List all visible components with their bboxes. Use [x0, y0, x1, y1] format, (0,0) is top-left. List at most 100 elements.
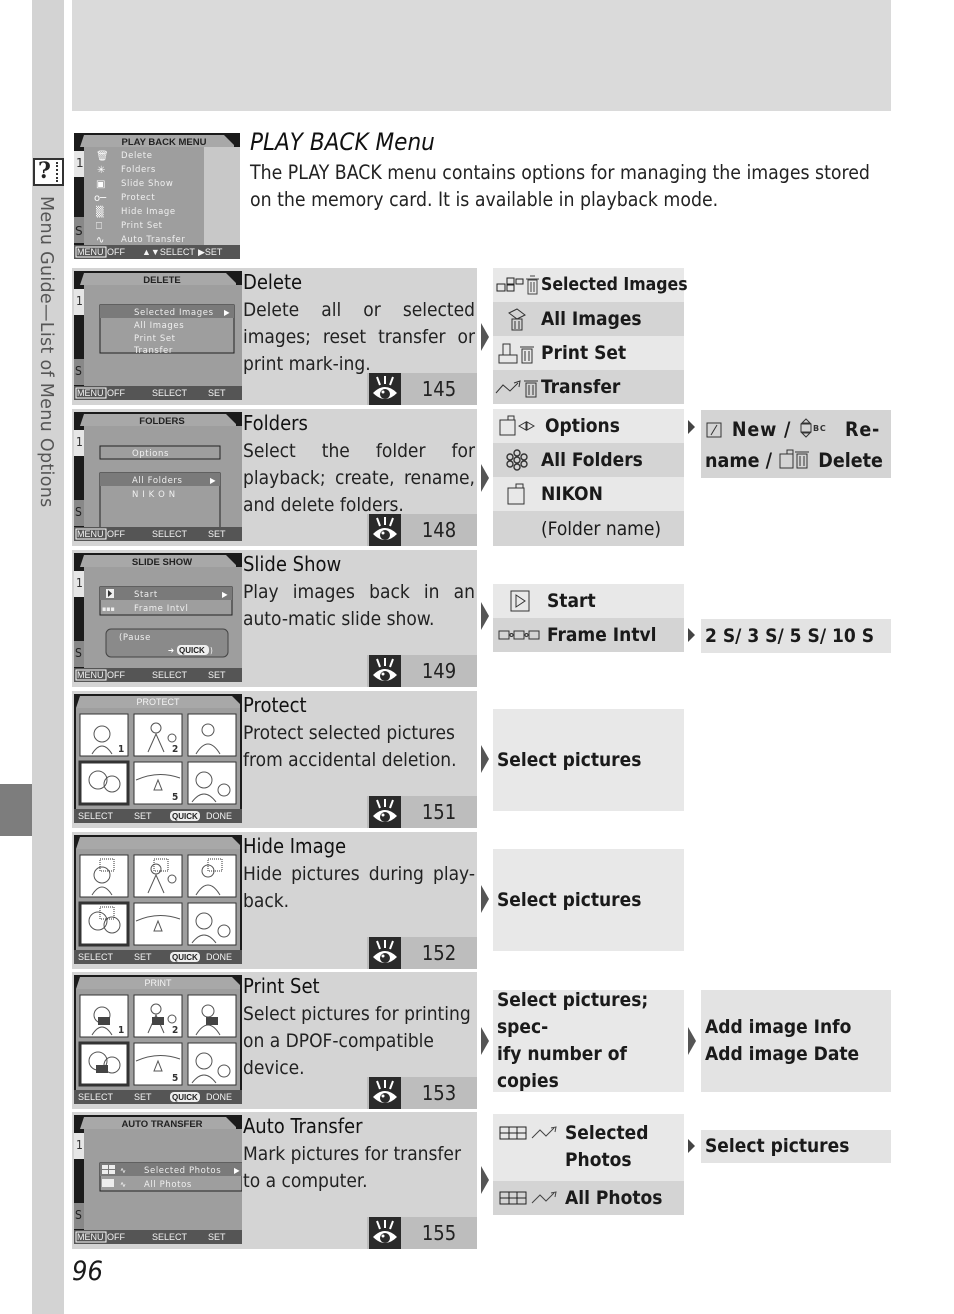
eye-icon: [369, 1217, 401, 1249]
arrow-right-icon: [688, 1027, 696, 1055]
svg-text:Start: Start: [134, 590, 158, 600]
menu-row-hide-image: SELECT SET QUICK DONE Hide Image Hide pi…: [72, 832, 477, 969]
svg-text:S: S: [75, 505, 82, 519]
row-title: Slide Show: [243, 552, 342, 576]
option-all-photos[interactable]: All Photos: [493, 1181, 684, 1215]
svg-text:S: S: [75, 1208, 82, 1222]
svg-text:All Images: All Images: [134, 321, 184, 331]
row-title: Folders: [243, 411, 308, 435]
row-title: Hide Image: [243, 834, 347, 858]
svg-text:Protect: Protect: [121, 193, 155, 203]
svg-text:PRINT: PRINT: [145, 978, 173, 988]
side-section-marker: [0, 784, 32, 836]
row-title: Protect: [243, 693, 307, 717]
svg-text:🗑: 🗑: [96, 150, 109, 162]
option-folder-name[interactable]: (Folder name): [493, 511, 684, 546]
playback-menu-lcd: PLAY BACK MENU 1 S Delete Folders Slide …: [74, 133, 240, 259]
transfer-select-pictures[interactable]: Select pictures: [701, 1130, 891, 1163]
folder-options-icon: [493, 414, 545, 438]
svg-text:5: 5: [172, 1073, 178, 1084]
arrow-right-icon: [481, 464, 489, 492]
row-description: Protect selected pictures from accidenta…: [243, 722, 457, 771]
svg-text:1: 1: [76, 156, 84, 170]
svg-text:2: 2: [172, 1025, 178, 1036]
menu-row-print-set: PRINT 1 2 5 SELECT SET QUICK DONE Print …: [72, 972, 477, 1109]
page-reference[interactable]: 145: [367, 373, 477, 405]
svg-text:∿: ∿: [120, 1166, 126, 1175]
svg-text:DONE: DONE: [206, 811, 232, 821]
svg-text:SET: SET: [208, 670, 226, 680]
all-folders-icon: [493, 448, 541, 472]
option-transfer[interactable]: Transfer: [493, 370, 684, 404]
svg-text:▶SET: ▶SET: [198, 247, 223, 257]
protect-select-pictures[interactable]: Select pictures: [493, 709, 684, 811]
eye-icon: [369, 655, 401, 687]
arrow-right-icon: [481, 745, 489, 773]
option-folder-nikon[interactable]: NIKON: [493, 477, 684, 511]
page-reference[interactable]: 149: [367, 655, 477, 687]
print-select-pictures[interactable]: Select pictures; spec- ify number of cop…: [493, 989, 684, 1092]
page-reference[interactable]: 148: [367, 514, 477, 546]
svg-text:Auto Transfer: Auto Transfer: [121, 235, 185, 245]
svg-text:QUICK: QUICK: [172, 953, 198, 962]
print-image-options[interactable]: Add image Info Add image Date: [701, 990, 891, 1092]
option-folder-options[interactable]: Options: [493, 409, 684, 443]
page-reference[interactable]: 152: [367, 937, 477, 969]
play-icon: [493, 589, 547, 613]
arrow-right-icon: [481, 602, 489, 630]
option-selected-photos[interactable]: Selected Photos: [493, 1114, 684, 1181]
svg-text:▶: ▶: [222, 590, 228, 599]
frame-interval-values[interactable]: 2 S/ 3 S/ 5 S/ 10 S: [701, 619, 891, 653]
row-description: Select pictures for printing on a DPOF-c…: [243, 1003, 471, 1079]
svg-text:DONE: DONE: [206, 952, 232, 962]
svg-text:All Photos: All Photos: [144, 1180, 192, 1190]
arrow-right-icon: [688, 420, 695, 434]
option-start[interactable]: Start: [493, 584, 684, 618]
lcd-header: PLAY BACK MENU: [122, 137, 207, 148]
svg-text:Delete: Delete: [121, 151, 153, 161]
svg-text:∿: ∿: [96, 235, 104, 246]
svg-text:QUICK: QUICK: [179, 646, 205, 655]
delete-folder-icon: [778, 448, 812, 478]
option-all-images[interactable]: All Images: [493, 302, 684, 336]
svg-text:1: 1: [118, 1025, 124, 1036]
eye-icon: [369, 937, 401, 969]
svg-text:MENU: MENU: [77, 670, 104, 680]
folder-icon: [493, 482, 541, 506]
option-frame-intvl[interactable]: Frame Intvl: [493, 618, 684, 652]
svg-text:o─: o─: [94, 193, 107, 204]
row-description: Select the folder for playback; create, …: [243, 440, 475, 516]
svg-text:MENU: MENU: [77, 388, 104, 398]
row-description: Delete all or selected images; reset tra…: [243, 299, 475, 375]
svg-text:▶: ▶: [234, 1166, 240, 1175]
hide-select-pictures[interactable]: Select pictures: [493, 849, 684, 951]
svg-text:All Folders: All Folders: [132, 476, 183, 486]
svg-text:N I K O N: N I K O N: [132, 490, 176, 500]
page-reference[interactable]: 153: [367, 1077, 477, 1109]
page-reference[interactable]: 151: [367, 796, 477, 828]
option-all-folders[interactable]: All Folders: [493, 443, 684, 477]
menu-row-protect: PROTECT 1 2 5 SELECT SET QUICK DONE Prot…: [72, 691, 477, 828]
svg-text:1: 1: [76, 294, 83, 308]
option-print-set[interactable]: Print Set: [493, 336, 684, 370]
menu-row-folders: FOLDERS 1 S Options All Folders ▶ N I K O…: [72, 409, 477, 546]
option-selected-images[interactable]: Selected Images: [493, 268, 688, 302]
svg-text:SELECT: SELECT: [78, 1092, 114, 1102]
svg-text:PROTECT: PROTECT: [136, 697, 180, 707]
page-reference[interactable]: 155: [367, 1217, 477, 1249]
svg-text:SLIDE SHOW: SLIDE SHOW: [132, 557, 192, 568]
svg-text:Print Set: Print Set: [121, 221, 163, 231]
svg-text:Folders: Folders: [121, 165, 156, 175]
new-folder-icon: [705, 419, 725, 447]
folder-actions[interactable]: New / BC Re- name / Delete: [701, 410, 891, 478]
svg-text:QUICK: QUICK: [172, 1093, 198, 1102]
delete-lcd: DELETE 1 S Selected Images ▶ All Images P…: [74, 271, 242, 400]
slide-show-lcd: SLIDE SHOW 1 S Start ▶ Frame Intvl ▪▪▪ (P…: [74, 553, 242, 682]
svg-text:DONE: DONE: [206, 1092, 232, 1102]
svg-text:Selected Photos: Selected Photos: [144, 1166, 221, 1176]
svg-text:MENU: MENU: [77, 529, 104, 539]
protect-lcd: PROTECT 1 2 5 SELECT SET QUICK DONE: [74, 694, 242, 823]
svg-text:): ): [210, 646, 213, 655]
svg-text:BC: BC: [813, 424, 827, 433]
svg-text:OFF: OFF: [107, 529, 125, 539]
